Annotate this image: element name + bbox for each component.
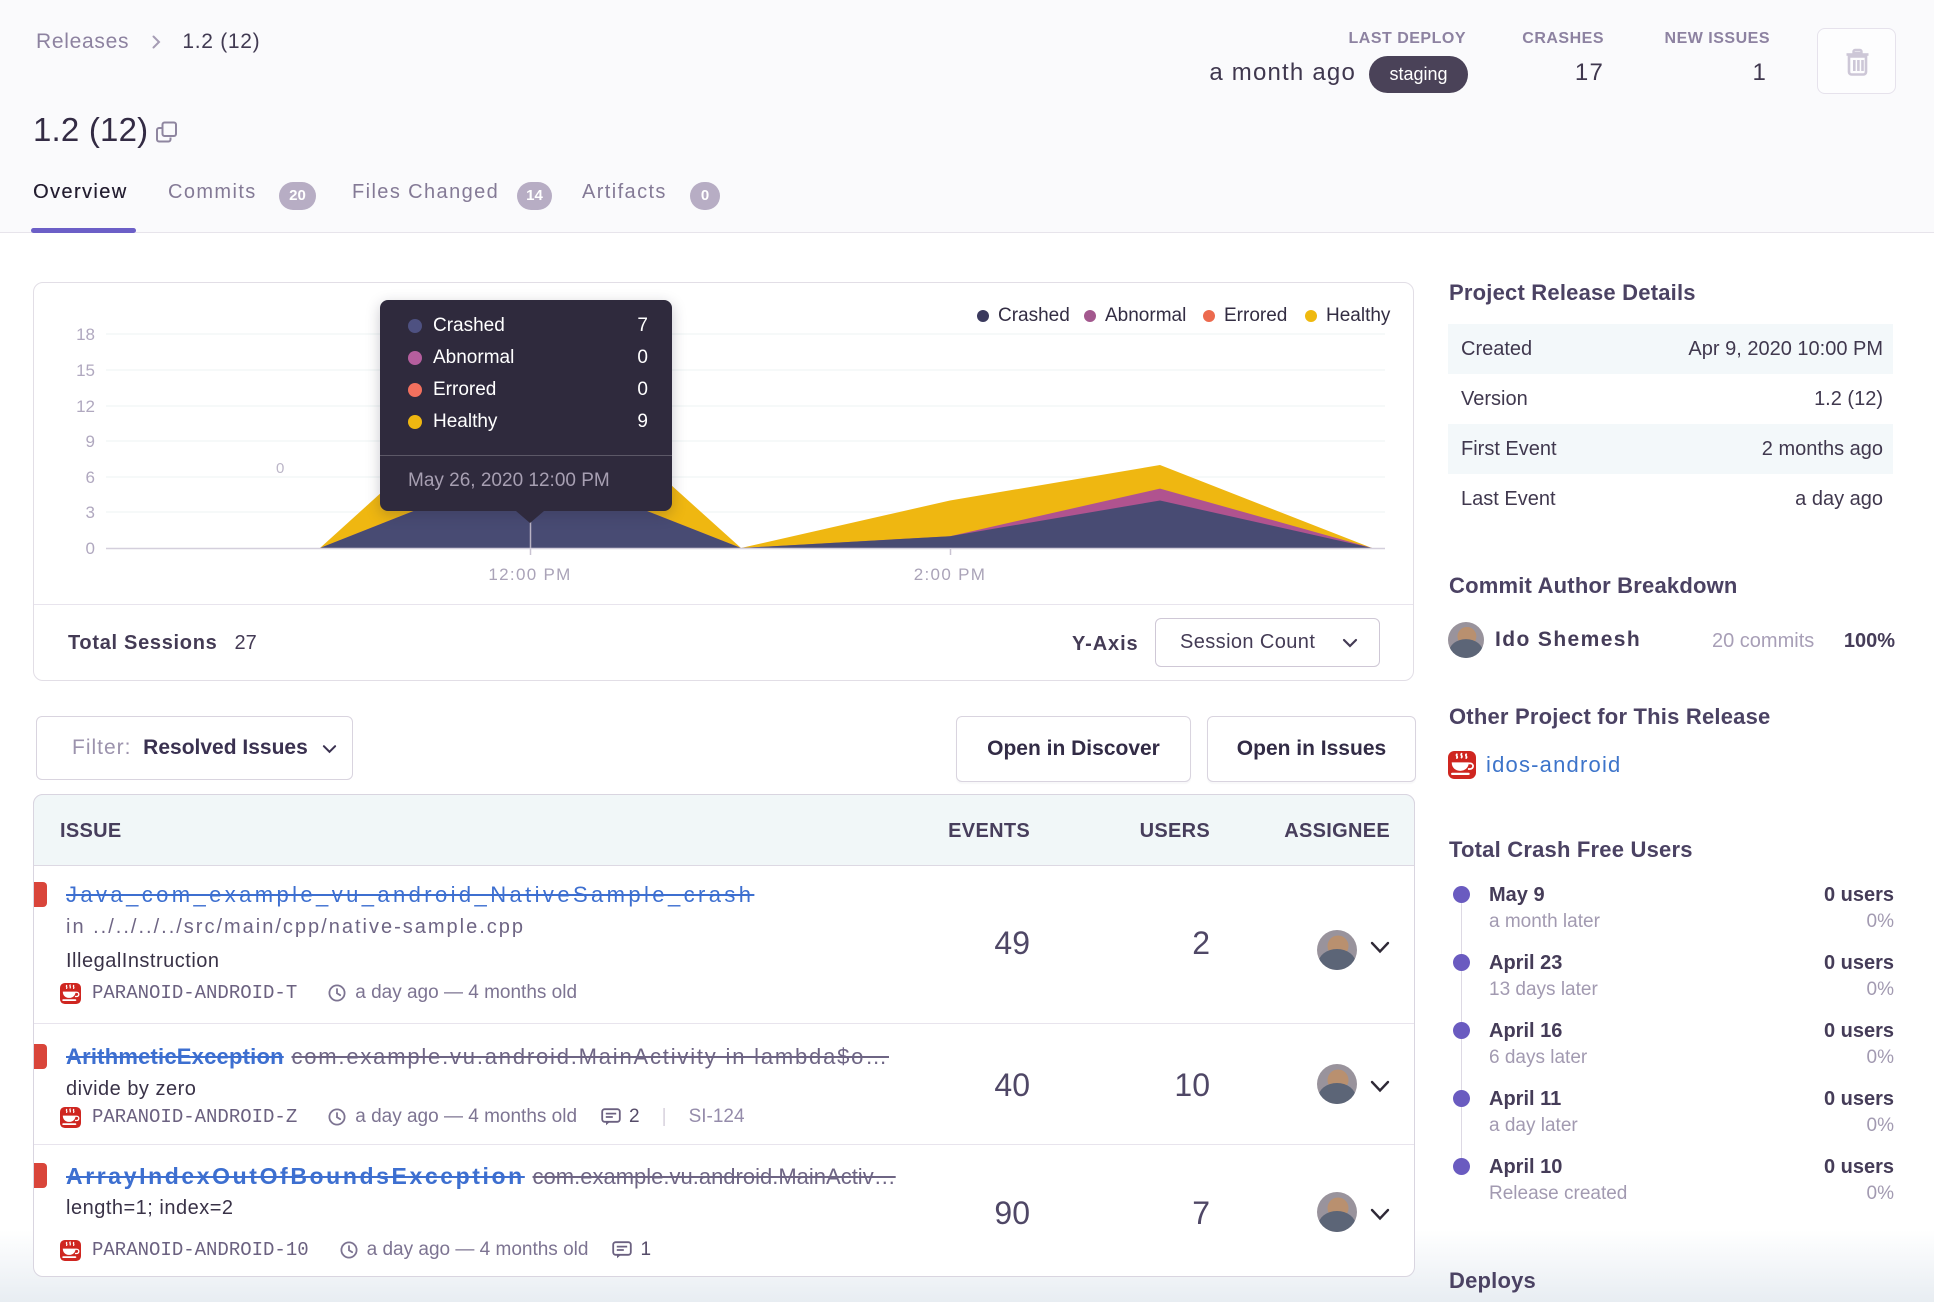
svg-text:18: 18 xyxy=(76,325,95,344)
svg-text:9: 9 xyxy=(86,432,95,451)
svg-text:12:00 PM: 12:00 PM xyxy=(488,565,571,584)
svg-text:6: 6 xyxy=(86,468,95,487)
svg-text:2:00 PM: 2:00 PM xyxy=(914,565,986,584)
svg-text:12: 12 xyxy=(76,397,95,416)
svg-text:0: 0 xyxy=(86,539,95,558)
svg-text:15: 15 xyxy=(76,361,95,380)
svg-text:3: 3 xyxy=(86,503,95,522)
svg-text:0: 0 xyxy=(276,460,284,477)
